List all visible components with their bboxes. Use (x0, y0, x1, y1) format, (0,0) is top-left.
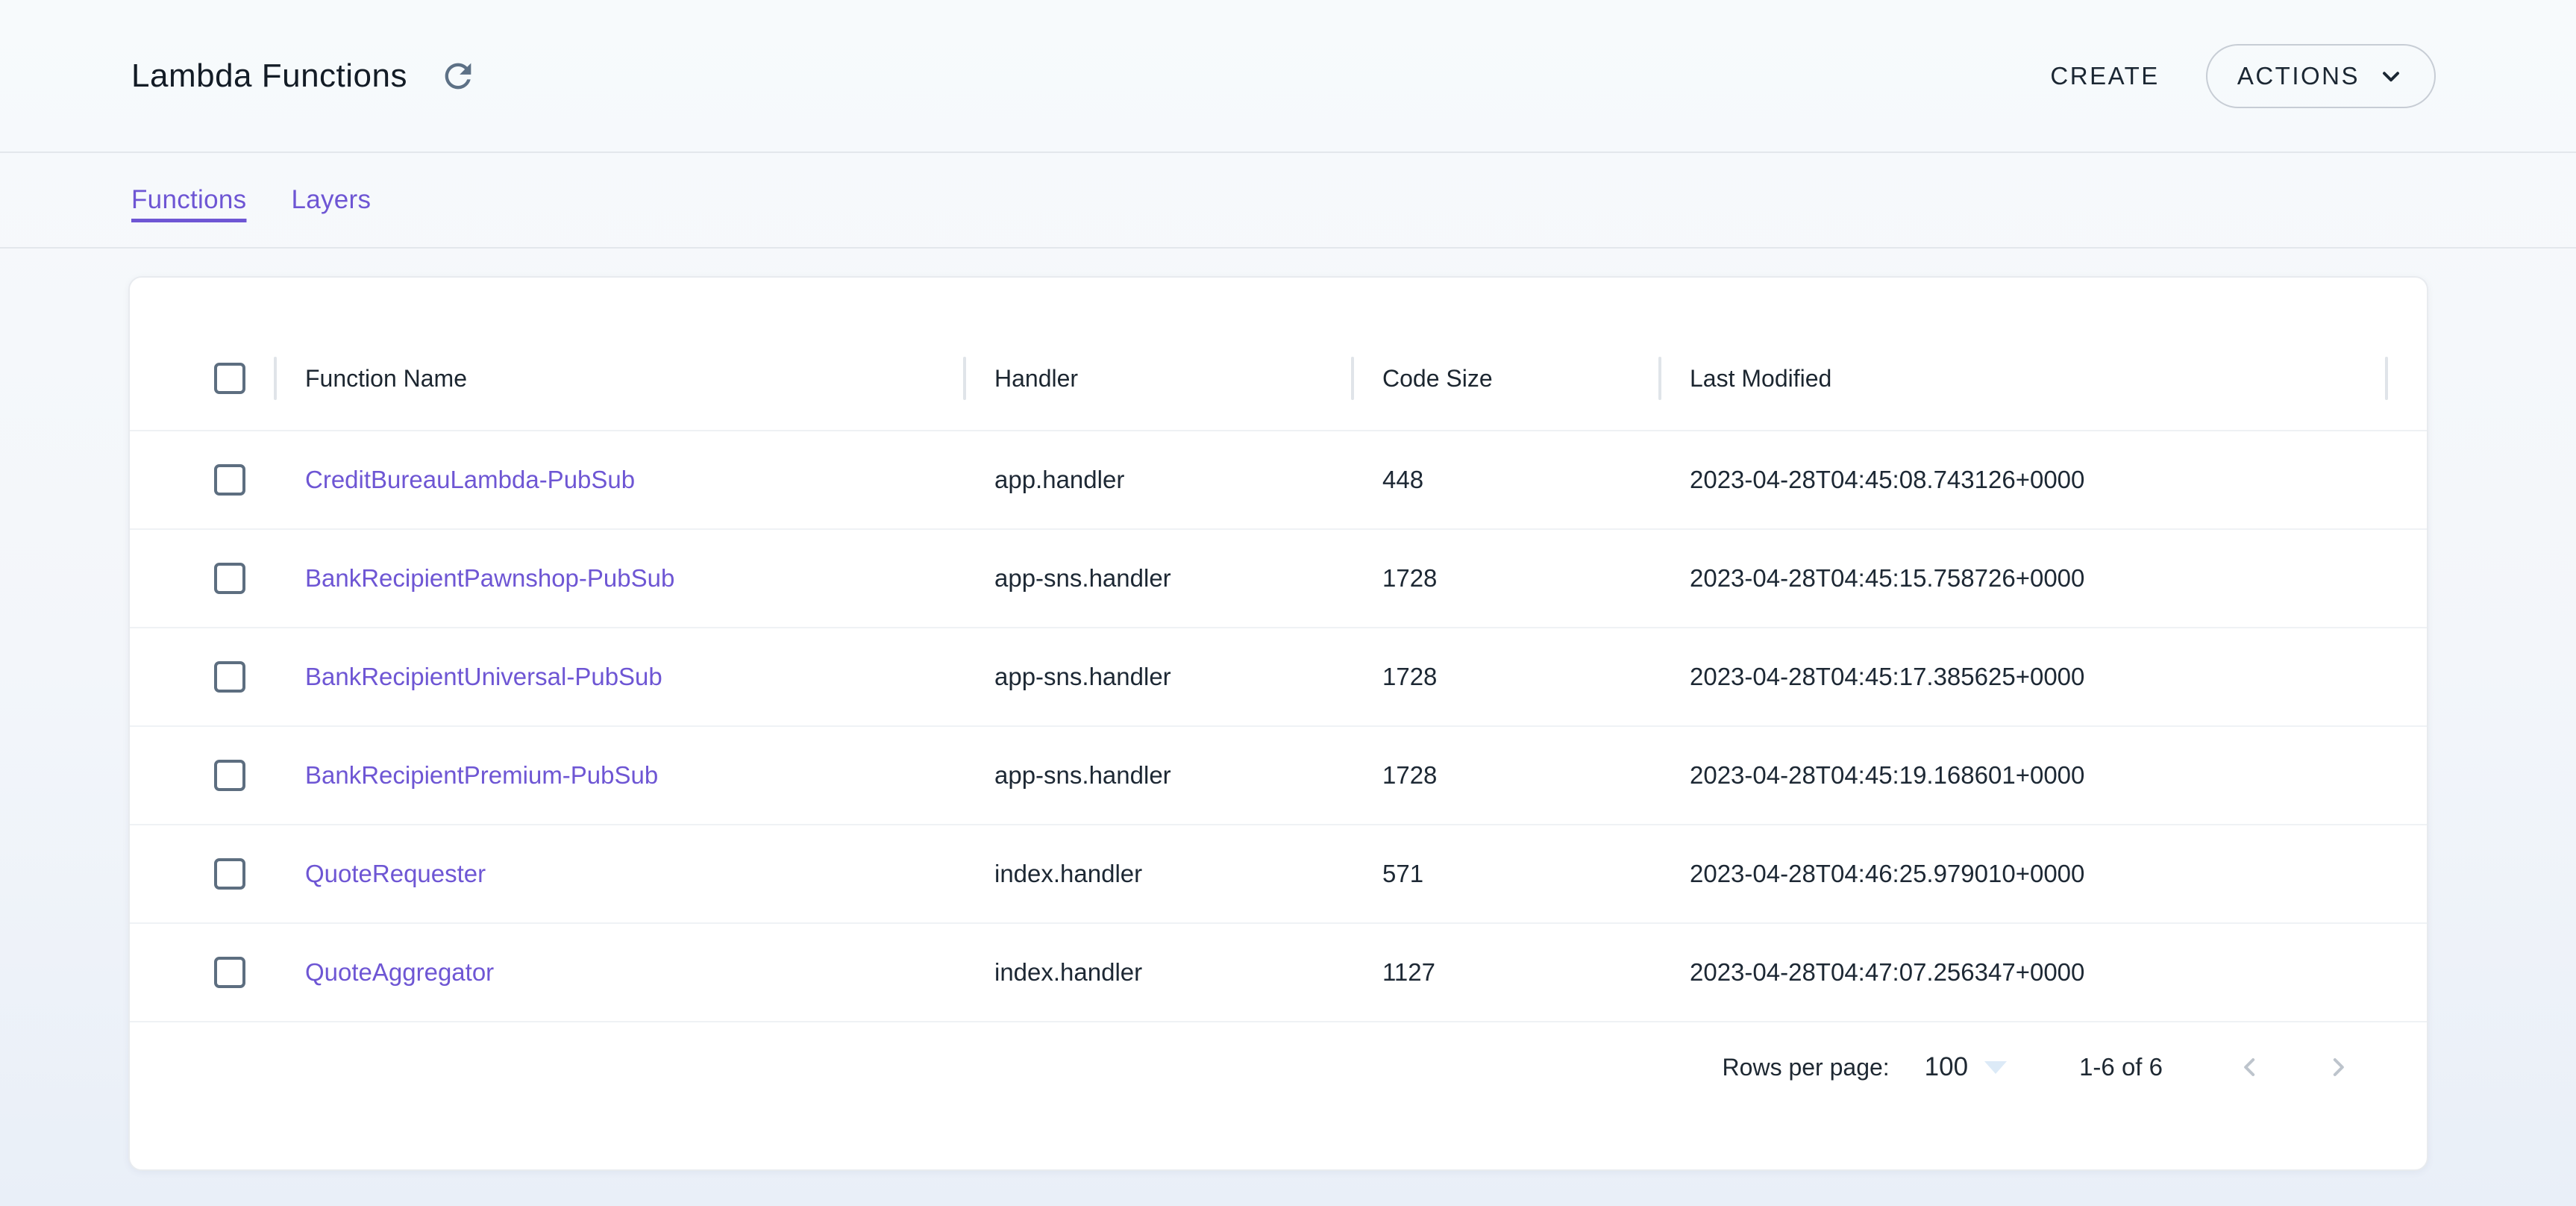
next-page-button[interactable] (2321, 1045, 2355, 1090)
rows-per-page-value: 100 (1925, 1052, 1968, 1082)
pagination-range-label: 1-6 of 6 (2079, 1053, 2163, 1081)
last-modified-cell: 2023-04-28T04:46:25.979010+0000 (1660, 860, 2387, 888)
column-header-code-size[interactable]: Code Size (1353, 327, 1660, 430)
column-header-label: Code Size (1382, 365, 1493, 393)
chevron-down-icon (2378, 63, 2404, 90)
select-all-cell (130, 363, 275, 394)
row-checkbox-cell (130, 957, 275, 988)
row-checkbox-cell (130, 760, 275, 791)
chevron-right-icon (2323, 1052, 2353, 1082)
rows-per-page-label: Rows per page: (1723, 1054, 1890, 1081)
table-row: BankRecipientUniversal-PubSub app-sns.ha… (130, 628, 2427, 727)
functions-table-card: Function Name Handler Code Size Last Mod… (128, 276, 2428, 1171)
actions-button-label: ACTIONS (2237, 62, 2360, 90)
content-area: Function Name Handler Code Size Last Mod… (0, 249, 2576, 1171)
column-header-label: Function Name (305, 365, 467, 393)
actions-button[interactable]: ACTIONS (2206, 44, 2436, 108)
row-checkbox[interactable] (214, 661, 245, 693)
last-modified-cell: 2023-04-28T04:45:08.743126+0000 (1660, 466, 2387, 494)
code-size-cell: 448 (1353, 466, 1660, 494)
tab-layers[interactable]: Layers (291, 185, 371, 215)
page-header: Lambda Functions CREATE ACTIONS (0, 0, 2576, 153)
code-size-cell: 1728 (1353, 663, 1660, 691)
function-name-link[interactable]: QuoteAggregator (305, 958, 494, 986)
table-row: BankRecipientPawnshop-PubSub app-sns.han… (130, 530, 2427, 628)
table-row: QuoteAggregator index.handler 1127 2023-… (130, 924, 2427, 1022)
column-header-function-name[interactable]: Function Name (275, 327, 965, 430)
last-modified-cell: 2023-04-28T04:47:07.256347+0000 (1660, 958, 2387, 987)
code-size-cell: 571 (1353, 860, 1660, 888)
column-resize-handle[interactable] (1351, 357, 1354, 400)
tab-functions[interactable]: Functions (131, 185, 246, 215)
row-checkbox[interactable] (214, 858, 245, 890)
row-checkbox-cell (130, 858, 275, 890)
column-header-label: Handler (994, 365, 1078, 393)
handler-cell: app-sns.handler (965, 663, 1353, 691)
code-size-cell: 1728 (1353, 564, 1660, 593)
page-title: Lambda Functions (131, 57, 407, 95)
previous-page-button[interactable] (2233, 1045, 2267, 1090)
row-checkbox-cell (130, 464, 275, 496)
select-all-checkbox[interactable] (214, 363, 245, 394)
column-resize-handle[interactable] (963, 357, 966, 400)
code-size-cell: 1728 (1353, 761, 1660, 790)
last-modified-cell: 2023-04-28T04:45:19.168601+0000 (1660, 761, 2387, 790)
table-header-row: Function Name Handler Code Size Last Mod… (130, 278, 2427, 431)
function-name-link[interactable]: BankRecipientPawnshop-PubSub (305, 564, 674, 592)
refresh-button[interactable] (434, 52, 482, 100)
column-header-label: Last Modified (1690, 365, 1831, 393)
function-name-link[interactable]: BankRecipientPremium-PubSub (305, 761, 658, 789)
chevron-left-icon (2235, 1052, 2265, 1082)
function-name-link[interactable]: CreditBureauLambda-PubSub (305, 466, 635, 493)
row-checkbox[interactable] (214, 563, 245, 594)
column-header-handler[interactable]: Handler (965, 327, 1353, 430)
function-name-link[interactable]: BankRecipientUniversal-PubSub (305, 663, 662, 690)
row-checkbox[interactable] (214, 957, 245, 988)
dropdown-arrow-icon (1984, 1061, 2007, 1074)
table-row: QuoteRequester index.handler 571 2023-04… (130, 825, 2427, 924)
row-checkbox[interactable] (214, 760, 245, 791)
create-button[interactable]: CREATE (2029, 49, 2180, 104)
function-name-link[interactable]: QuoteRequester (305, 860, 486, 887)
handler-cell: app.handler (965, 466, 1353, 494)
column-resize-handle[interactable] (1658, 357, 1661, 400)
handler-cell: index.handler (965, 958, 1353, 987)
handler-cell: app-sns.handler (965, 564, 1353, 593)
row-checkbox-cell (130, 661, 275, 693)
row-checkbox-cell (130, 563, 275, 594)
code-size-cell: 1127 (1353, 958, 1660, 987)
rows-per-page-select[interactable]: 100 (1925, 1052, 2007, 1082)
column-header-last-modified[interactable]: Last Modified (1660, 327, 2387, 430)
handler-cell: app-sns.handler (965, 761, 1353, 790)
column-resize-handle[interactable] (274, 357, 277, 400)
refresh-icon (439, 57, 477, 96)
table-row: BankRecipientPremium-PubSub app-sns.hand… (130, 727, 2427, 825)
column-header-spacer (2387, 327, 2427, 430)
last-modified-cell: 2023-04-28T04:45:15.758726+0000 (1660, 564, 2387, 593)
tab-strip: Functions Layers (0, 153, 2576, 249)
pagination-bar: Rows per page: 100 1-6 of 6 (130, 1022, 2427, 1112)
handler-cell: index.handler (965, 860, 1353, 888)
column-resize-handle[interactable] (2385, 357, 2388, 400)
row-checkbox[interactable] (214, 464, 245, 496)
last-modified-cell: 2023-04-28T04:45:17.385625+0000 (1660, 663, 2387, 691)
table-row: CreditBureauLambda-PubSub app.handler 44… (130, 431, 2427, 530)
